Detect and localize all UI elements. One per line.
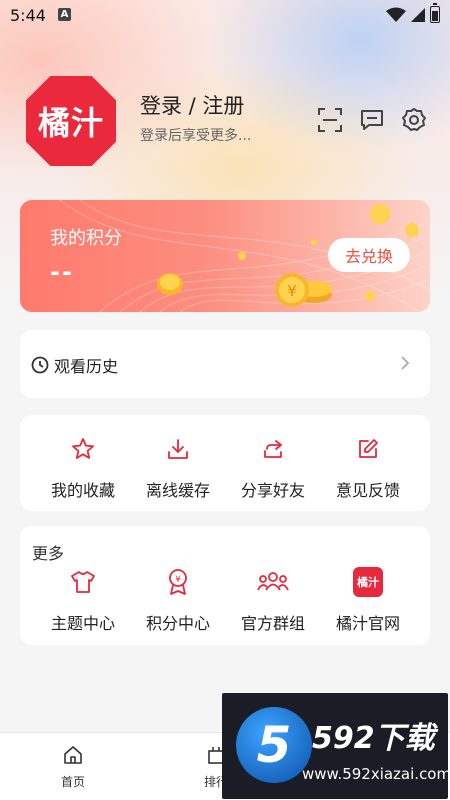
status-bar: 5:44 A (0, 0, 450, 32)
feedback-icon (320, 435, 416, 463)
watermark-logo: 5 (236, 707, 312, 783)
status-time: 5:44 (10, 6, 46, 25)
points-label: 我的积分 (50, 228, 122, 249)
star-icon (35, 435, 131, 463)
share-icon (225, 435, 321, 463)
svg-text:¥: ¥ (287, 282, 297, 300)
group-icon (225, 568, 321, 596)
feedback-label: 意见反馈 (335, 481, 400, 500)
chevron-right-icon (401, 356, 410, 370)
notification-icon: A (58, 8, 71, 21)
avatar[interactable]: 橘汁 (26, 76, 116, 166)
logo-icon: 橘汁 (320, 567, 416, 597)
clock-icon (31, 356, 49, 374)
points-center-item[interactable]: ¥ 积分中心 (130, 568, 226, 634)
more-card: 更多 主题中心 ¥ 积分中心 官方群组 橘汁 橘汁官网 (20, 526, 430, 645)
home-icon (64, 746, 82, 764)
avatar-text: 橘汁 (37, 104, 104, 142)
redeem-button[interactable]: 去兑换 (328, 238, 410, 272)
settings-icon[interactable] (400, 106, 428, 134)
site-watermark: 5 592下载 www.592xiazai.com (222, 693, 448, 799)
share-friends-item[interactable]: 分享好友 (225, 435, 321, 501)
offline-cache-item[interactable]: 离线缓存 (130, 435, 226, 501)
theme-center-item[interactable]: 主题中心 (35, 568, 131, 634)
official-website-item[interactable]: 橘汁 橘汁官网 (320, 567, 416, 634)
watermark-brand: 592下载 (312, 721, 435, 756)
message-icon[interactable] (358, 106, 386, 134)
medal-icon: ¥ (130, 568, 226, 596)
download-icon (130, 435, 226, 463)
battery-icon (430, 3, 440, 23)
official-website-label: 橘汁官网 (335, 614, 400, 633)
watch-history-row[interactable]: 观看历史 (20, 330, 430, 398)
more-title: 更多 (32, 544, 65, 563)
share-friends-label: 分享好友 (240, 481, 305, 500)
feedback-item[interactable]: 意见反馈 (320, 435, 416, 501)
logo-icon-text: 橘汁 (353, 567, 383, 597)
nav-home-label: 首页 (60, 775, 85, 789)
signal-icon (411, 8, 425, 22)
theme-center-label: 主题中心 (50, 614, 115, 633)
offline-cache-label: 离线缓存 (145, 481, 210, 500)
official-group-label: 官方群组 (240, 614, 305, 633)
quick-actions-card: 我的收藏 离线缓存 分享好友 意见反馈 (20, 415, 430, 511)
points-card[interactable]: ¥ 我的积分 -- 去兑换 (20, 200, 430, 312)
favorites-item[interactable]: 我的收藏 (35, 435, 131, 501)
watermark-url: www.592xiazai.com (302, 765, 448, 783)
login-subtitle: 登录后享受更多... (140, 128, 252, 144)
official-group-item[interactable]: 官方群组 (225, 568, 321, 634)
svg-text:¥: ¥ (175, 575, 181, 585)
wifi-icon (386, 7, 406, 22)
login-register-link[interactable]: 登录 / 注册 (140, 90, 244, 120)
points-center-label: 积分中心 (145, 614, 210, 633)
tshirt-icon (35, 568, 131, 596)
points-value: -- (50, 258, 74, 286)
favorites-label: 我的收藏 (50, 481, 115, 500)
watch-history-label: 观看历史 (54, 357, 119, 376)
scan-icon[interactable] (316, 106, 344, 134)
nav-home[interactable]: 首页 (43, 745, 103, 790)
